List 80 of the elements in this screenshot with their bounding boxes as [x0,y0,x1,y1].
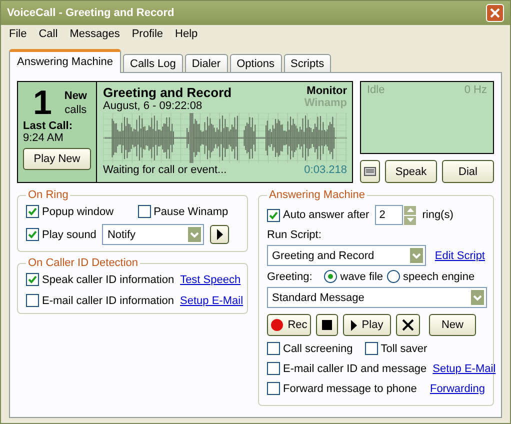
run-script-label: Run Script: [267,229,322,241]
group-title: Answering Machine [268,189,366,201]
edit-script-link[interactable]: Edit Script [434,250,485,262]
stop-icon [322,320,332,330]
link[interactable]: Test Speech [180,274,241,286]
checkbox[interactable] [267,208,280,222]
play-button[interactable]: Play [343,314,391,336]
greeting-label: Greeting: [267,270,312,282]
greeting-radio[interactable]: speech engine [387,270,475,283]
close-button[interactable] [486,4,504,22]
menu-item[interactable]: Help [171,28,202,40]
play-sound-checkbox[interactable]: Play sound [26,228,96,241]
record-button[interactable]: Rec [267,314,311,336]
option-checkbox[interactable]: E-mail caller ID and message [267,362,427,375]
checkbox[interactable] [267,342,280,355]
stop-button[interactable] [316,314,338,336]
date-time: August, 6 - 09:22:08 [103,100,202,112]
greeting-radio[interactable]: wave file [324,270,384,283]
popup-window-checkbox[interactable]: Popup window [26,205,114,218]
caller-id-checkbox[interactable]: Speak caller ID information [26,273,174,286]
delete-button[interactable] [396,314,420,336]
call-screening-checkbox[interactable]: Call screening [267,342,353,355]
radio-button[interactable] [324,270,338,283]
checkbox[interactable] [267,382,280,395]
speak-button[interactable]: Speak [385,160,437,183]
auto-answer-checkbox[interactable]: Auto answer after [267,208,370,222]
script-select[interactable]: Greeting and Record [267,245,426,266]
group-title: On Caller ID Detection [27,257,140,269]
window-title: VoiceCall - Greeting and Record [7,7,174,19]
toll-saver-checkbox[interactable]: Toll saver [364,342,428,355]
play-icon [216,229,223,240]
menu-item[interactable]: Messages [66,28,124,40]
spectrum-status: Idle [367,84,385,98]
checkbox[interactable] [26,205,39,218]
option-checkbox[interactable]: Forward message to phone [267,382,417,395]
tab[interactable]: Options [230,54,282,73]
message-select[interactable]: Standard Message [267,287,487,308]
checkbox[interactable] [138,205,151,218]
new-calls-label: calls [64,103,87,117]
menu-item[interactable]: Profile [128,28,168,40]
tab[interactable]: Scripts [284,54,332,73]
checkbox[interactable] [26,294,39,307]
frequency: 0 Hz [464,84,487,98]
delete-icon [402,319,414,331]
new-button[interactable]: New [429,314,476,336]
checkbox[interactable] [364,342,378,355]
radio-button[interactable] [387,270,400,283]
keypad-button[interactable] [360,160,380,183]
new-calls-label: New [64,89,87,103]
caller-id-checkbox[interactable]: E-mail caller ID information [26,294,174,307]
tab[interactable]: Dialer [184,54,228,73]
checkbox[interactable] [26,273,39,286]
rings-label: ring(s) [422,209,454,221]
tab[interactable]: Calls Log [123,54,183,73]
new-calls-count: 1 [33,86,52,120]
play-icon [350,320,357,330]
timer: 0:03.218 [304,164,347,176]
play-sound-button[interactable] [210,225,230,244]
keyboard-icon [364,167,376,176]
play-new-button[interactable]: Play New [23,148,91,170]
link[interactable]: Setup E-Mail [180,294,244,306]
last-call-time: 9:24 AM [23,132,64,144]
close-icon [490,8,500,18]
rings-field[interactable]: 2 [375,205,404,225]
checkbox[interactable] [267,362,280,375]
link[interactable]: Forwarding [430,382,485,394]
dial-button[interactable]: Dial [442,160,494,183]
record-icon [270,319,283,331]
sound-select[interactable]: Notify [102,224,204,245]
pause-winamp-checkbox[interactable]: Pause Winamp [138,205,228,218]
tab[interactable]: Answering Machine [9,49,121,73]
group-title: On Ring [27,189,70,201]
link[interactable]: Setup E-Mail [432,362,496,374]
menu-item[interactable]: File [5,28,31,40]
status-text: Waiting for call or event... [103,164,227,176]
menu-item[interactable]: Call [34,28,62,40]
script-title: Greeting and Record [103,85,232,100]
monitor-label: Monitor [306,85,347,97]
last-call-label: Last Call: [23,120,74,132]
checkbox[interactable] [26,228,39,241]
